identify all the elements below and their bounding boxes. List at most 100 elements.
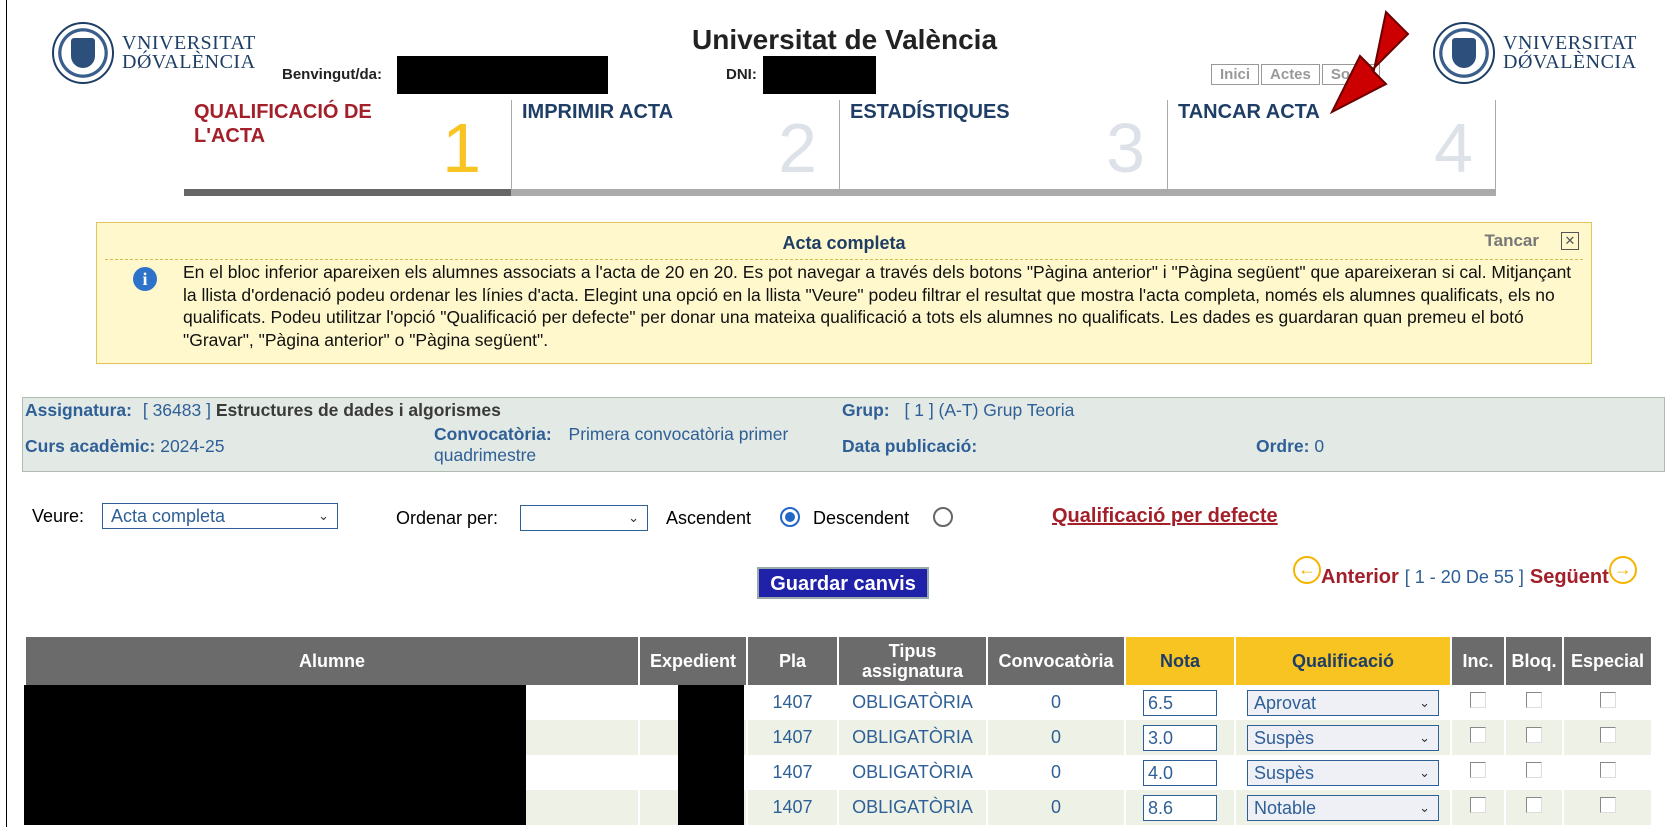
next-page-link[interactable]: Següent	[1530, 566, 1609, 589]
nota-input[interactable]: 8.6	[1143, 794, 1217, 821]
col-qualificacio: Qualificació	[1236, 637, 1450, 685]
step-number: 1	[442, 109, 481, 187]
chevron-down-icon: ⌄	[628, 510, 639, 525]
convocatoria-cell: 0	[1050, 762, 1061, 782]
page-range: [ 1 - 20 De 55 ]	[1404, 567, 1524, 587]
qualificacio-cell: Suspès ⌄	[1236, 720, 1450, 755]
bloq-checkbox[interactable]	[1526, 727, 1542, 743]
qualificacio-value: Aprovat	[1254, 692, 1317, 713]
logo-text: VNIVERSITAT DǾVALÈNCIA	[122, 33, 256, 73]
col-alumne: Alumne	[26, 637, 638, 685]
order-value: 0	[1314, 436, 1325, 456]
table-row: 1407 OBLIGATÒRIA 0 3.0 Suspès ⌄	[24, 720, 1651, 755]
qualificacio-select[interactable]: Suspès ⌄	[1247, 759, 1439, 786]
university-seal-icon	[52, 22, 114, 84]
bloq-checkbox[interactable]	[1526, 797, 1542, 813]
especial-checkbox[interactable]	[1599, 762, 1616, 778]
especial-checkbox[interactable]	[1599, 692, 1616, 708]
view-select-value: Acta completa	[111, 506, 226, 526]
info-divider	[105, 259, 1583, 260]
subject-name: Estructures de dades i algorismes	[215, 400, 501, 420]
nota-cell: 3.0	[1126, 720, 1234, 755]
step-bar	[512, 189, 839, 196]
step-label: ESTADÍSTIQUES	[850, 101, 1010, 123]
sort-select[interactable]: ⌄	[520, 505, 648, 531]
col-expedient: Expedient	[640, 637, 746, 685]
default-grade-link[interactable]: Qualificació per defecte	[1052, 505, 1278, 528]
col-convocatoria: Convocatòria	[988, 637, 1124, 685]
logo-line-2: DǾVALÈNCIA	[122, 51, 256, 73]
chevron-down-icon: ⌄	[1419, 694, 1430, 710]
inc-cell	[1452, 755, 1504, 790]
bloq-cell	[1506, 755, 1562, 790]
info-close[interactable]: Tancar ✕	[1485, 231, 1579, 251]
qualificacio-value: Notable	[1254, 797, 1317, 818]
subject-label: Assignatura:	[25, 400, 132, 420]
qualificacio-cell: Notable ⌄	[1236, 790, 1450, 825]
call-field: Convocatòria: Primera convocatòria prime…	[434, 424, 788, 466]
nav-inici[interactable]: Inici	[1211, 64, 1260, 85]
step-number: 4	[1434, 109, 1473, 187]
qualificacio-cell: Aprovat ⌄	[1236, 685, 1450, 720]
group-field: Grup: [ 1 ] (A-T) Grup Teoria	[842, 400, 1074, 421]
subject-field: Assignatura: [ 36483 ] Estructures de da…	[25, 400, 501, 421]
tipus-cell: OBLIGATÒRIA	[839, 790, 986, 825]
group-label: Grup:	[842, 400, 890, 420]
view-select[interactable]: Acta completa ⌄	[102, 503, 338, 529]
info-title: Acta completa	[782, 233, 906, 253]
nota-input[interactable]: 6.5	[1143, 689, 1217, 716]
chevron-down-icon: ⌄	[1419, 764, 1430, 780]
col-pla: Pla	[748, 637, 837, 685]
inc-checkbox[interactable]	[1470, 762, 1486, 778]
year-label: Curs acadèmic:	[25, 436, 156, 456]
inc-checkbox[interactable]	[1470, 797, 1486, 813]
redacted-dni	[763, 56, 876, 94]
col-bloq: Bloq.	[1506, 637, 1562, 685]
inc-checkbox[interactable]	[1470, 727, 1486, 743]
table-row: 1407 OBLIGATÒRIA 0 4.0 Suspès ⌄	[24, 755, 1651, 790]
pubdate-field: Data publicació:	[842, 436, 977, 457]
close-icon[interactable]: ✕	[1561, 232, 1579, 250]
bloq-checkbox[interactable]	[1526, 692, 1542, 708]
prev-page-link[interactable]: Anterior	[1321, 566, 1399, 589]
student-name-cell	[24, 720, 638, 755]
prev-arrow-icon[interactable]: ←	[1293, 555, 1321, 584]
pla-cell: 1407	[772, 762, 813, 782]
step-qualificacio[interactable]: QUALIFICACIÓ DE L'ACTA 1	[184, 100, 512, 196]
bloq-cell	[1506, 790, 1562, 825]
inc-checkbox[interactable]	[1470, 692, 1486, 708]
qualificacio-select[interactable]: Aprovat ⌄	[1247, 689, 1439, 716]
especial-checkbox[interactable]	[1599, 727, 1616, 743]
tipus-cell: OBLIGATÒRIA	[852, 762, 973, 782]
step-label: IMPRIMIR ACTA	[522, 101, 674, 123]
save-button[interactable]: Guardar canvis	[757, 567, 929, 599]
col-nota: Nota	[1126, 637, 1234, 685]
ascending-radio[interactable]	[780, 507, 800, 527]
nota-cell: 4.0	[1126, 755, 1234, 790]
nav-actes[interactable]: Actes	[1261, 64, 1320, 85]
descending-radio[interactable]	[933, 507, 953, 527]
university-logo-left: VNIVERSITAT DǾVALÈNCIA	[52, 22, 256, 84]
nota-input[interactable]: 3.0	[1143, 724, 1217, 751]
step-bar	[840, 189, 1167, 196]
next-arrow-icon[interactable]: →	[1608, 555, 1637, 584]
nota-input[interactable]: 4.0	[1143, 759, 1217, 786]
qualificacio-select[interactable]: Suspès ⌄	[1247, 724, 1439, 751]
student-name-cell	[24, 755, 638, 790]
especial-checkbox[interactable]	[1599, 797, 1616, 813]
qualificacio-value: Suspès	[1254, 727, 1315, 748]
bloq-checkbox[interactable]	[1526, 762, 1542, 778]
step-imprimir-acta[interactable]: IMPRIMIR ACTA 2	[512, 100, 840, 196]
especial-cell	[1564, 685, 1651, 720]
especial-cell	[1564, 790, 1651, 825]
year-value: 2024-25	[160, 436, 225, 456]
page-title: Universitat de València	[692, 24, 998, 55]
qualificacio-select[interactable]: Notable ⌄	[1247, 794, 1439, 821]
table-row: 1407 OBLIGATÒRIA 0 8.6 Notable ⌄	[24, 790, 1651, 825]
expedient-cell	[640, 720, 746, 755]
table-header: Alumne Expedient Pla Tipus assignatura C…	[26, 637, 1651, 685]
inc-cell	[1452, 790, 1504, 825]
step-tancar-acta[interactable]: TANCAR ACTA 4	[1168, 100, 1496, 196]
info-close-label[interactable]: Tancar	[1485, 231, 1540, 251]
step-estadistiques[interactable]: ESTADÍSTIQUES 3	[840, 100, 1168, 196]
